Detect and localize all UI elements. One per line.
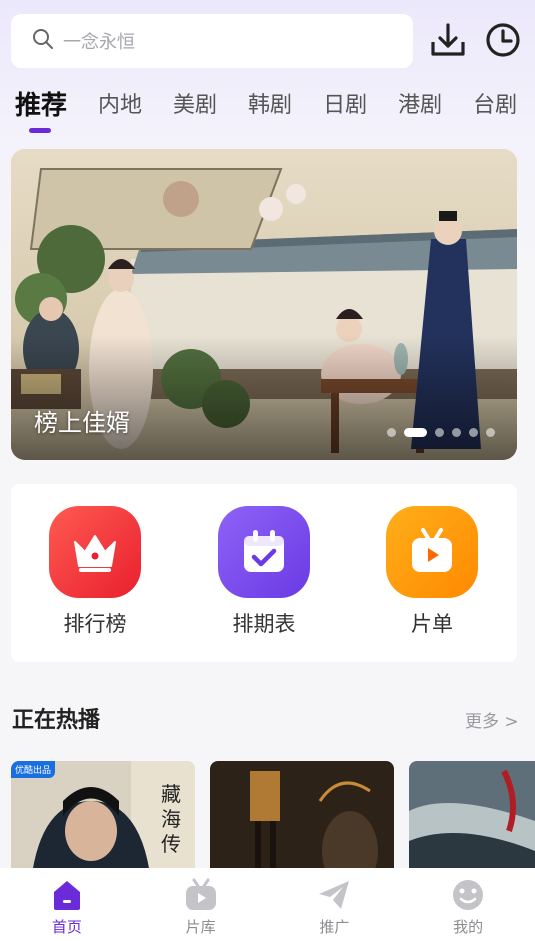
section-title: 正在热播 — [12, 708, 101, 733]
nav-promote-label: 推广 — [319, 918, 350, 936]
tab-hk-drama[interactable]: 港剧 — [398, 86, 442, 126]
drama-poster[interactable] — [409, 761, 535, 881]
tab-mainland[interactable]: 内地 — [98, 86, 142, 126]
carousel-indicator — [387, 428, 503, 437]
poster-image: 藏 海 传 — [11, 761, 195, 881]
home-icon — [53, 881, 80, 910]
calendar-check-icon — [218, 506, 310, 598]
download-icon[interactable] — [429, 20, 467, 60]
nav-home[interactable]: 首页 — [0, 868, 134, 941]
poster-image — [210, 761, 394, 881]
history-clock-icon[interactable] — [484, 20, 522, 60]
nav-promote[interactable]: 推广 — [268, 868, 402, 941]
paper-plane-icon — [319, 881, 350, 909]
carousel-dot — [452, 428, 461, 437]
poster-image — [409, 761, 535, 881]
carousel-dot — [435, 428, 444, 437]
nav-home-label: 首页 — [51, 918, 82, 936]
carousel-dot — [387, 428, 396, 437]
tab-tw-drama[interactable]: 台剧 — [473, 86, 517, 126]
crown-icon — [49, 506, 141, 598]
nav-profile[interactable]: 我的 — [401, 868, 535, 941]
nav-library[interactable]: 片库 — [134, 868, 268, 941]
schedule-shortcut[interactable]: 排期表 — [209, 506, 319, 638]
more-link[interactable]: 更多 > — [465, 707, 519, 732]
tv-play-icon — [386, 506, 478, 598]
category-tabs: 推荐 内地 美剧 韩剧 日剧 港剧 台剧 — [15, 86, 535, 136]
shortcut-panel: 排行榜 排期表 片单 — [11, 484, 517, 662]
tab-recommend[interactable]: 推荐 — [15, 86, 67, 133]
tab-korean-drama[interactable]: 韩剧 — [248, 86, 292, 126]
drama-poster[interactable] — [210, 761, 394, 881]
carousel-dot — [486, 428, 495, 437]
ranking-label: 排行榜 — [63, 612, 127, 636]
tv-library-icon — [185, 878, 216, 910]
poster-badge: 优酷出品 — [11, 761, 56, 778]
svg-text:海: 海 — [161, 807, 181, 831]
carousel-dot — [469, 428, 478, 437]
svg-text:藏: 藏 — [161, 782, 181, 806]
tab-japanese-drama[interactable]: 日剧 — [323, 86, 367, 126]
carousel-dot-active — [404, 428, 427, 437]
search-placeholder: 一念永恒 — [63, 32, 135, 53]
tab-us-drama[interactable]: 美剧 — [173, 86, 217, 126]
nav-library-label: 片库 — [185, 918, 216, 936]
playlist-shortcut[interactable]: 片单 — [377, 506, 487, 638]
profile-face-icon — [453, 880, 484, 910]
ranking-shortcut[interactable]: 排行榜 — [40, 506, 150, 638]
search-bar[interactable]: 一念永恒 — [11, 14, 413, 68]
hero-banner[interactable]: 榜上佳婿 — [11, 149, 517, 460]
banner-title: 榜上佳婿 — [34, 409, 130, 437]
search-icon — [31, 27, 55, 55]
playlist-label: 片单 — [411, 612, 453, 636]
drama-poster[interactable]: 藏 海 传 优酷出品 — [11, 761, 195, 881]
schedule-label: 排期表 — [232, 612, 296, 636]
svg-text:传: 传 — [161, 832, 181, 856]
bottom-nav: 首页 片库 推广 我的 — [0, 868, 535, 941]
nav-profile-label: 我的 — [453, 918, 484, 936]
